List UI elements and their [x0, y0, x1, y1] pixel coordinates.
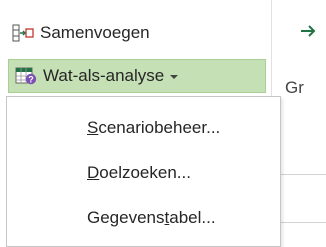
whatif-analysis-button[interactable]: ? Wat-als-analyse	[8, 59, 266, 93]
whatif-dropdown-menu: Scenariobeheer... Doelzoeken... Gegevens…	[6, 96, 281, 247]
ribbon-group: Samenvoegen ? Wat-als-analyse Gr	[0, 0, 326, 106]
menu-item-data-table[interactable]: Gegevens t abel...	[87, 198, 216, 238]
merge-button[interactable]: Samenvoegen	[8, 20, 156, 46]
ribbon-group-label: Gr	[285, 78, 304, 97]
menu-item-goal-seek[interactable]: Doelzoeken...	[87, 153, 191, 193]
merge-cells-icon	[12, 23, 34, 43]
sheet-gridline	[281, 174, 326, 175]
svg-text:?: ?	[28, 75, 34, 85]
whatif-analysis-label: Wat-als-analyse	[43, 66, 165, 85]
merge-button-label: Samenvoegen	[40, 23, 150, 42]
chevron-down-icon	[170, 75, 179, 79]
ribbon-separator	[271, 0, 272, 106]
menu-item-scenario-manager[interactable]: Scenariobeheer...	[87, 108, 220, 148]
arrow-right-icon[interactable]	[298, 20, 322, 42]
what-if-analysis-icon: ?	[15, 66, 37, 86]
sheet-gridline	[281, 222, 326, 223]
